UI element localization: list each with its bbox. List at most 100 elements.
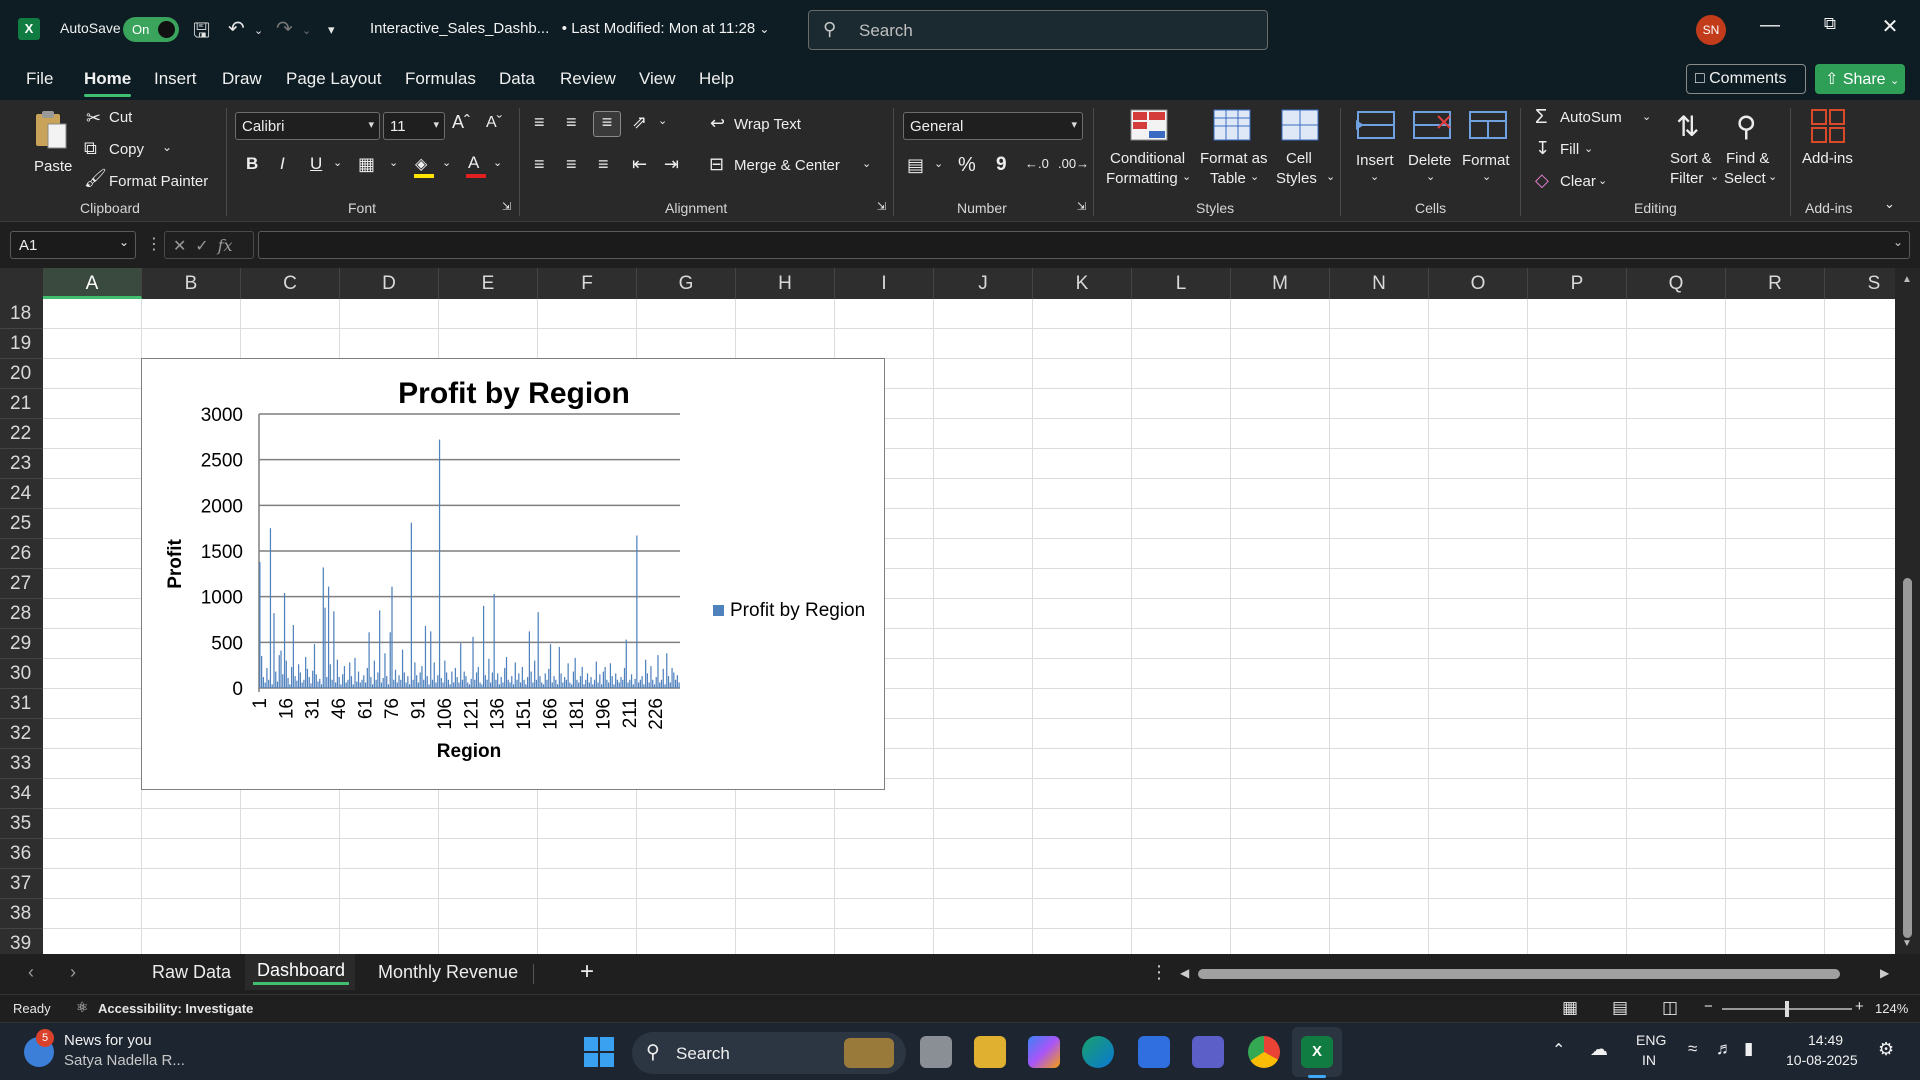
merge-dropdown-icon[interactable]: ⌄ — [862, 157, 871, 170]
column-header-o[interactable]: O — [1429, 268, 1528, 299]
font-name-select[interactable]: Calibri ▾ — [235, 112, 380, 140]
fill-color-dropdown-icon[interactable]: ⌄ — [442, 156, 451, 169]
scroll-down-icon[interactable]: ▼ — [1902, 938, 1912, 949]
tab-file[interactable]: File — [26, 69, 53, 89]
horizontal-scroll-thumb[interactable] — [1198, 969, 1840, 979]
scroll-right-icon[interactable]: ▶ — [1880, 966, 1889, 980]
row-header-21[interactable]: 21 — [0, 389, 43, 419]
row-header-39[interactable]: 39 — [0, 929, 43, 954]
worksheet-grid[interactable]: ABCDEFGHIJKLMNOPQRS 18 19 20 21 22 23 24 25 26 27… — [0, 268, 1920, 954]
notification-icon[interactable]: ⚙ — [1878, 1039, 1894, 1060]
wifi-icon[interactable]: ≈ — [1688, 1039, 1697, 1059]
next-sheet-icon[interactable]: › — [70, 962, 76, 983]
borders-dropdown-icon[interactable]: ⌄ — [389, 156, 398, 169]
row-header-27[interactable]: 27 — [0, 569, 43, 599]
tab-view[interactable]: View — [639, 69, 676, 89]
cell-styles-button[interactable]: Cell Styles ⌄ — [1276, 108, 1336, 196]
row-header-23[interactable]: 23 — [0, 449, 43, 479]
column-header-n[interactable]: N — [1330, 268, 1429, 299]
column-header-j[interactable]: J — [934, 268, 1033, 299]
row-header-18[interactable]: 18 — [0, 299, 43, 329]
file-explorer-icon[interactable] — [974, 1036, 1006, 1068]
column-header-c[interactable]: C — [241, 268, 340, 299]
number-dialog-icon[interactable]: ⇲ — [1077, 200, 1086, 213]
clock-date[interactable]: 10-08-2025 — [1786, 1052, 1858, 1068]
format-as-table-button[interactable]: Format as Table ⌄ — [1198, 108, 1274, 196]
autosum-dropdown-icon[interactable]: ⌄ — [1642, 110, 1651, 123]
column-header-r[interactable]: R — [1726, 268, 1825, 299]
fill-icon[interactable]: ↧ — [1535, 138, 1550, 159]
decrease-indent-icon[interactable]: ⇤ — [632, 154, 647, 175]
align-top-icon[interactable]: ≡ — [534, 112, 545, 133]
font-size-select[interactable]: 11 ▾ — [383, 112, 445, 140]
windows-start-icon[interactable] — [584, 1037, 614, 1067]
name-box[interactable]: A1 ⌄ — [10, 231, 136, 259]
taskbar-search[interactable]: ⚲ Search — [632, 1032, 906, 1074]
number-format-select[interactable]: General ▾ — [903, 112, 1083, 140]
column-header-b[interactable]: B — [142, 268, 241, 299]
borders-icon[interactable]: ▦ — [358, 154, 375, 175]
minimize-icon[interactable]: — — [1750, 14, 1790, 37]
wrap-text-icon[interactable]: ↩ — [710, 113, 725, 134]
undo-icon[interactable]: ↶ — [228, 16, 245, 41]
fill-button[interactable]: Fill — [1560, 141, 1579, 158]
merge-center-button[interactable]: Merge & Center — [734, 157, 840, 174]
redo-icon[interactable]: ↷ — [276, 16, 293, 41]
copy-dropdown-icon[interactable]: ⌄ — [162, 140, 172, 154]
vertical-scroll-thumb[interactable] — [1903, 578, 1912, 938]
fill-color-icon[interactable]: ◈ — [412, 154, 436, 178]
tab-page-layout[interactable]: Page Layout — [286, 69, 381, 89]
language-1[interactable]: ENG — [1636, 1032, 1666, 1048]
copilot-icon[interactable] — [1028, 1036, 1060, 1068]
row-header-36[interactable]: 36 — [0, 839, 43, 869]
row-header-33[interactable]: 33 — [0, 749, 43, 779]
row-header-24[interactable]: 24 — [0, 479, 43, 509]
avatar[interactable]: SN — [1696, 15, 1726, 45]
decrease-decimal-icon[interactable]: .00→ — [1058, 156, 1089, 171]
comma-button[interactable]: 9 — [996, 154, 1007, 176]
find-select-button[interactable]: ⚲ Find & Select ⌄ — [1722, 108, 1780, 196]
prev-sheet-icon[interactable]: ‹ — [28, 962, 34, 983]
increase-font-icon[interactable]: Aˆ — [452, 112, 470, 133]
copy-icon[interactable]: ⧉ — [84, 138, 97, 159]
redo-dropdown-icon[interactable]: ⌄ — [302, 24, 311, 37]
battery-icon[interactable]: ▮ — [1744, 1039, 1753, 1059]
customize-qat-icon[interactable]: ▾ — [328, 22, 335, 38]
zoom-level[interactable]: 124% — [1875, 1001, 1908, 1016]
column-header-i[interactable]: I — [835, 268, 934, 299]
column-header-m[interactable]: M — [1231, 268, 1330, 299]
teams-icon[interactable] — [1192, 1036, 1224, 1068]
task-view-icon[interactable] — [920, 1036, 952, 1068]
alignment-dialog-icon[interactable]: ⇲ — [877, 200, 886, 213]
sheet-tab-raw-data[interactable]: Raw Data — [152, 962, 231, 983]
column-header-p[interactable]: P — [1528, 268, 1627, 299]
row-header-37[interactable]: 37 — [0, 869, 43, 899]
column-header-q[interactable]: Q — [1627, 268, 1726, 299]
row-header-19[interactable]: 19 — [0, 329, 43, 359]
format-painter-icon[interactable]: 🖌 — [84, 168, 107, 189]
row-header-32[interactable]: 32 — [0, 719, 43, 749]
zoom-slider-thumb[interactable] — [1785, 1001, 1789, 1017]
format-painter-button[interactable]: Format Painter — [109, 173, 208, 190]
accounting-format-icon[interactable]: ▤ — [907, 155, 924, 176]
accounting-dropdown-icon[interactable]: ⌄ — [934, 157, 943, 170]
accessibility-status[interactable]: Accessibility: Investigate — [98, 1001, 253, 1016]
onedrive-icon[interactable]: ☁ — [1590, 1039, 1608, 1060]
news-title[interactable]: News for you — [64, 1032, 152, 1049]
fill-dropdown-icon[interactable]: ⌄ — [1584, 142, 1593, 155]
underline-button[interactable]: U — [310, 154, 322, 174]
language-2[interactable]: IN — [1642, 1052, 1656, 1068]
bold-button[interactable]: B — [246, 154, 258, 174]
increase-decimal-icon[interactable]: ←.0 — [1025, 156, 1049, 171]
font-dialog-icon[interactable]: ⇲ — [502, 200, 511, 213]
column-header-k[interactable]: K — [1033, 268, 1132, 299]
row-header-20[interactable]: 20 — [0, 359, 43, 389]
addins-button[interactable]: Add-ins — [1800, 108, 1860, 196]
tab-home[interactable]: Home — [84, 69, 132, 97]
row-header-35[interactable]: 35 — [0, 809, 43, 839]
sheet-tab-dashboard[interactable]: Dashboard — [252, 960, 350, 985]
clear-button[interactable]: Clear — [1560, 173, 1596, 190]
more-options-icon[interactable]: ⋮ — [1150, 962, 1168, 983]
chrome-icon[interactable] — [1248, 1036, 1280, 1068]
cut-icon[interactable]: ✂ — [86, 108, 101, 129]
